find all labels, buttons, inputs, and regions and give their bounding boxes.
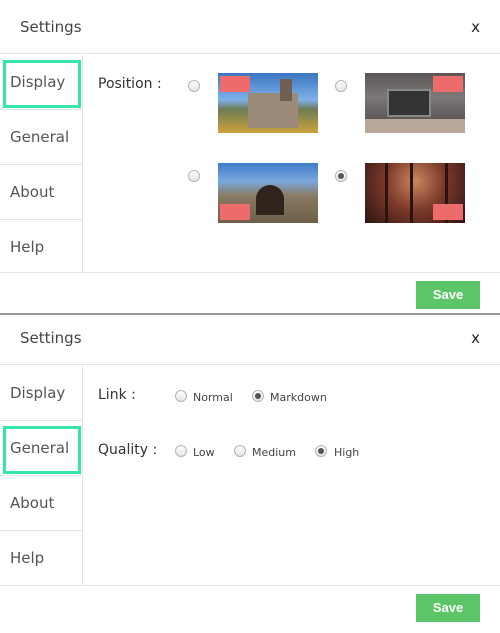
position-thumbnail-top-right[interactable] [365, 73, 465, 133]
link-radio-normal[interactable] [175, 390, 187, 402]
quality-option-label: Low [193, 446, 215, 459]
tower-image [280, 79, 292, 101]
sidebar-item-label: Help [10, 238, 45, 256]
dialog-footer: Save [0, 272, 500, 313]
quality-radio-high[interactable] [315, 445, 327, 457]
position-label: Position : [98, 76, 162, 92]
sidebar-item-general[interactable]: General [0, 421, 82, 476]
close-icon[interactable]: x [471, 329, 480, 347]
tree-image [385, 163, 388, 223]
position-radio-bottom-left[interactable] [188, 170, 200, 182]
close-icon[interactable]: x [471, 18, 480, 36]
link-label: Link : [98, 387, 136, 403]
position-thumbnail-bottom-right[interactable] [365, 163, 465, 223]
settings-sidebar: Display General About Help [0, 55, 83, 272]
sidebar-item-label: Help [10, 549, 45, 567]
quality-option-label: Medium [252, 446, 296, 459]
save-button[interactable]: Save [416, 281, 480, 309]
sidebar-item-general[interactable]: General [0, 110, 82, 165]
sidebar-item-about[interactable]: About [0, 165, 82, 220]
sidebar-item-label: Display [10, 384, 66, 402]
position-marker [220, 76, 250, 92]
position-marker [220, 204, 250, 220]
settings-panel-general: Settings x Display General About Help Li… [0, 313, 500, 633]
position-thumbnail-top-left[interactable] [218, 73, 318, 133]
position-marker [433, 76, 463, 92]
gate-image [256, 185, 284, 215]
settings-sidebar: Display General About Help [0, 366, 83, 585]
dialog-title: Settings [20, 18, 82, 36]
dialog-header: Settings x [0, 315, 500, 365]
laptop-image [387, 89, 431, 117]
tree-image [410, 163, 413, 223]
sidebar-item-label: General [10, 128, 70, 146]
quality-option-label: High [334, 446, 360, 459]
sidebar-item-label: About [10, 494, 55, 512]
quality-radio-medium[interactable] [234, 445, 246, 457]
quality-radio-low[interactable] [175, 445, 187, 457]
dialog-header: Settings x [0, 0, 500, 54]
sidebar-item-display[interactable]: Display [0, 366, 82, 421]
position-radio-top-right[interactable] [335, 80, 347, 92]
sidebar-item-about[interactable]: About [0, 476, 82, 531]
dialog-title: Settings [20, 329, 82, 347]
settings-panel-display: Settings x Display General About Help Po… [0, 0, 500, 313]
position-marker [433, 204, 463, 220]
sidebar-item-label: Display [10, 73, 66, 91]
sidebar-item-label: About [10, 183, 55, 201]
position-thumbnail-bottom-left[interactable] [218, 163, 318, 223]
link-option-label: Markdown [270, 391, 327, 404]
sidebar-item-help[interactable]: Help [0, 220, 82, 275]
sidebar-item-display[interactable]: Display [0, 55, 82, 110]
save-button[interactable]: Save [416, 594, 480, 622]
link-option-label: Normal [193, 391, 233, 404]
link-radio-markdown[interactable] [252, 390, 264, 402]
position-radio-top-left[interactable] [188, 80, 200, 92]
position-radio-bottom-right[interactable] [335, 170, 347, 182]
quality-label: Quality : [98, 442, 158, 458]
sidebar-item-label: General [10, 439, 70, 457]
dialog-footer: Save [0, 585, 500, 633]
desk-image [365, 119, 465, 133]
sidebar-item-help[interactable]: Help [0, 531, 82, 586]
